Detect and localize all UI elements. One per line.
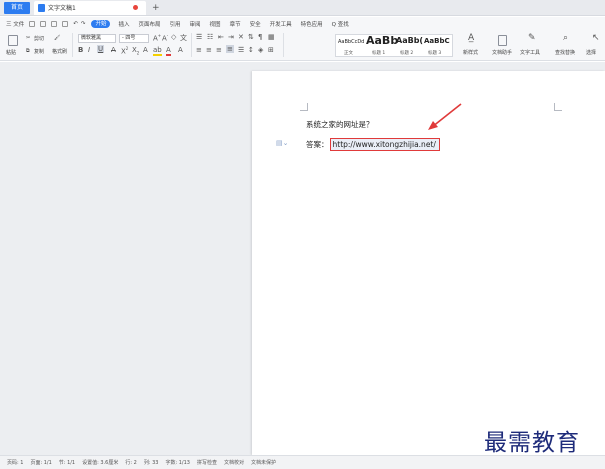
wps-writer-window: 首页 文字文稿1 + 三 文件 ↶ ↷ 开始 插入 页面布局 引用 审阅 视图 …: [0, 0, 605, 469]
status-protection[interactable]: 文档未保护: [251, 459, 276, 466]
status-page-number[interactable]: 页码: 1: [7, 459, 23, 466]
watermark-logo: 最需教育: [484, 430, 580, 456]
status-page[interactable]: 页面: 1/1: [30, 459, 51, 466]
status-column[interactable]: 列: 33: [144, 459, 159, 466]
status-section[interactable]: 节: 1/1: [59, 459, 75, 466]
status-proofread[interactable]: 文档校对: [224, 459, 244, 466]
status-row[interactable]: 行: 2: [125, 459, 136, 466]
status-setting[interactable]: 设置值: 3.6厘米: [82, 459, 118, 466]
status-bar: 页码: 1 页面: 1/1 节: 1/1 设置值: 3.6厘米 行: 2 列: …: [0, 455, 605, 469]
annotation-arrow: [428, 103, 462, 130]
status-spellcheck[interactable]: 拼写检查: [197, 459, 217, 466]
status-word-count[interactable]: 字数: 1/13: [165, 459, 190, 466]
